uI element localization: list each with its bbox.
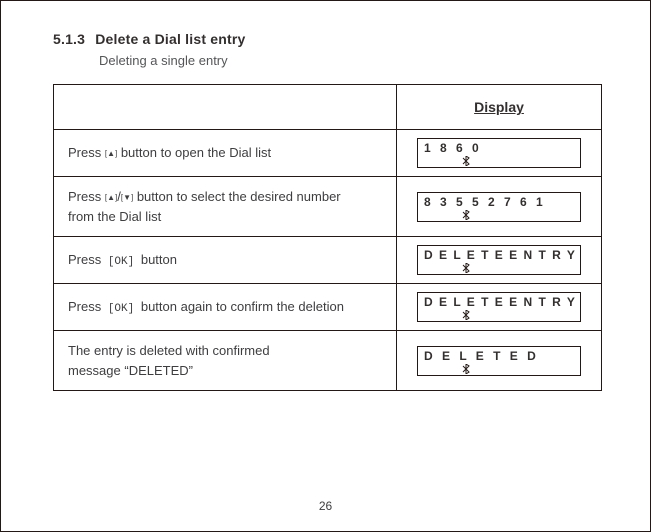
table-header-row: Display [54, 85, 601, 129]
display-cell: D E L E T E E N T R Y [396, 237, 601, 283]
down-icon: [▼] [121, 192, 133, 204]
instruction-table: Display Press [▲] button to open the Dia… [53, 84, 602, 391]
step-text: Press [OK] button again to confirm the d… [54, 284, 396, 330]
display-screen: 1 8 6 0 [417, 138, 581, 168]
section-subtitle: Deleting a single entry [99, 53, 626, 68]
up-icon: [▲] [105, 148, 117, 160]
display-text: D E L E T E E N T R Y [424, 295, 576, 309]
page-number: 26 [1, 499, 650, 513]
display-cell: D E L E T E D [396, 331, 601, 390]
step-text: Press [OK] button [54, 237, 396, 283]
bluetooth-icon [462, 210, 470, 220]
ok-key: [OK] [101, 256, 141, 268]
display-text: D E L E T E E N T R Y [424, 248, 576, 262]
display-cell: 8 3 5 5 2 7 6 1 [396, 177, 601, 236]
header-empty-cell [54, 85, 396, 129]
section-number: 5.1.3 [53, 31, 85, 47]
section-heading: 5.1.3 Delete a Dial list entry [53, 31, 626, 47]
table-row: Press [OK] button again to confirm the d… [54, 283, 601, 330]
display-screen: D E L E T E D [417, 346, 581, 376]
document-page: 5.1.3 Delete a Dial list entry Deleting … [0, 0, 651, 532]
display-screen: D E L E T E E N T R Y [417, 292, 581, 322]
bluetooth-icon [462, 364, 470, 374]
bluetooth-icon [462, 310, 470, 320]
section-title: Delete a Dial list entry [95, 31, 245, 47]
ok-key: [OK] [101, 303, 141, 315]
step-text: Press [▲]/[▼] button to select the desir… [54, 177, 396, 236]
step-text: The entry is deleted with confirmed mess… [54, 331, 396, 390]
header-display-cell: Display [396, 85, 601, 129]
display-cell: 1 8 6 0 [396, 130, 601, 176]
display-cell: D E L E T E E N T R Y [396, 284, 601, 330]
display-screen: 8 3 5 5 2 7 6 1 [417, 192, 581, 222]
bluetooth-icon [462, 263, 470, 273]
table-row: Press [OK] button D E L E T E E N T R Y [54, 236, 601, 283]
step-text: Press [▲] button to open the Dial list [54, 130, 396, 176]
up-icon: [▲] [105, 192, 117, 204]
bluetooth-icon [462, 156, 470, 166]
table-row: Press [▲] button to open the Dial list 1… [54, 129, 601, 176]
display-screen: D E L E T E E N T R Y [417, 245, 581, 275]
table-row: Press [▲]/[▼] button to select the desir… [54, 176, 601, 236]
display-text: 8 3 5 5 2 7 6 1 [424, 195, 576, 209]
display-text: D E L E T E D [424, 349, 576, 363]
display-text: 1 8 6 0 [424, 141, 576, 155]
table-row: The entry is deleted with confirmed mess… [54, 330, 601, 390]
